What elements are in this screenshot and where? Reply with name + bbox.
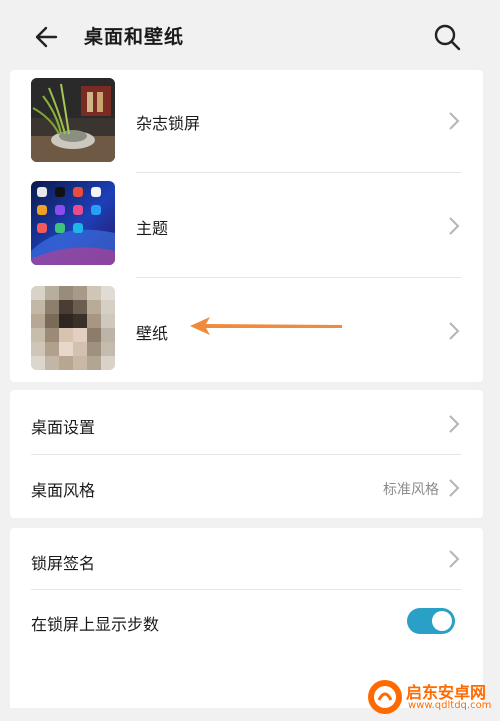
chevron-right-icon bbox=[449, 322, 460, 340]
personalization-card: 杂志锁屏 主题 壁纸 bbox=[10, 70, 483, 382]
list-item-home-style[interactable]: 桌面风格 标准风格 bbox=[10, 455, 483, 518]
magazine-lockscreen-thumbnail bbox=[31, 78, 115, 162]
list-item-magazine-lockscreen[interactable]: 杂志锁屏 bbox=[10, 70, 483, 172]
chevron-right-icon bbox=[449, 415, 460, 433]
app-bar: 桌面和壁纸 bbox=[0, 0, 500, 70]
list-item-wallpaper[interactable]: 壁纸 bbox=[10, 278, 483, 382]
theme-thumbnail bbox=[31, 181, 115, 265]
site-watermark: 启东安卓网 www.qdltdq.com bbox=[362, 676, 500, 718]
list-item-label: 在锁屏上显示步数 bbox=[31, 615, 160, 634]
list-item-lockscreen-signature[interactable]: 锁屏签名 bbox=[10, 528, 483, 589]
chevron-right-icon bbox=[449, 550, 460, 568]
home-screen-card: 桌面设置 桌面风格 标准风格 bbox=[10, 390, 483, 518]
list-item-show-steps: 在锁屏上显示步数 bbox=[10, 590, 483, 652]
search-button[interactable] bbox=[430, 20, 464, 54]
list-item-label: 桌面风格 bbox=[31, 481, 96, 500]
show-steps-toggle[interactable] bbox=[407, 608, 455, 634]
watermark-logo-icon bbox=[368, 680, 402, 714]
toggle-knob bbox=[432, 611, 452, 631]
back-button[interactable] bbox=[30, 20, 64, 54]
wallpaper-thumbnail bbox=[31, 286, 115, 370]
list-item-label: 杂志锁屏 bbox=[136, 114, 201, 133]
chevron-right-icon bbox=[449, 479, 460, 497]
chevron-right-icon bbox=[449, 217, 460, 235]
list-item-theme[interactable]: 主题 bbox=[10, 173, 483, 277]
list-item-label: 主题 bbox=[136, 219, 169, 238]
list-item-label: 桌面设置 bbox=[31, 418, 96, 437]
arrow-left-icon bbox=[35, 26, 58, 48]
page-title: 桌面和壁纸 bbox=[84, 26, 185, 48]
chevron-right-icon bbox=[449, 112, 460, 130]
search-icon bbox=[434, 24, 461, 51]
watermark-url: www.qdltdq.com bbox=[408, 700, 492, 711]
home-style-value: 标准风格 bbox=[383, 482, 439, 498]
list-item-label: 锁屏签名 bbox=[31, 554, 96, 573]
list-item-label: 壁纸 bbox=[136, 324, 169, 343]
list-item-home-settings[interactable]: 桌面设置 bbox=[10, 390, 483, 454]
annotation-arrow-icon bbox=[190, 317, 342, 335]
